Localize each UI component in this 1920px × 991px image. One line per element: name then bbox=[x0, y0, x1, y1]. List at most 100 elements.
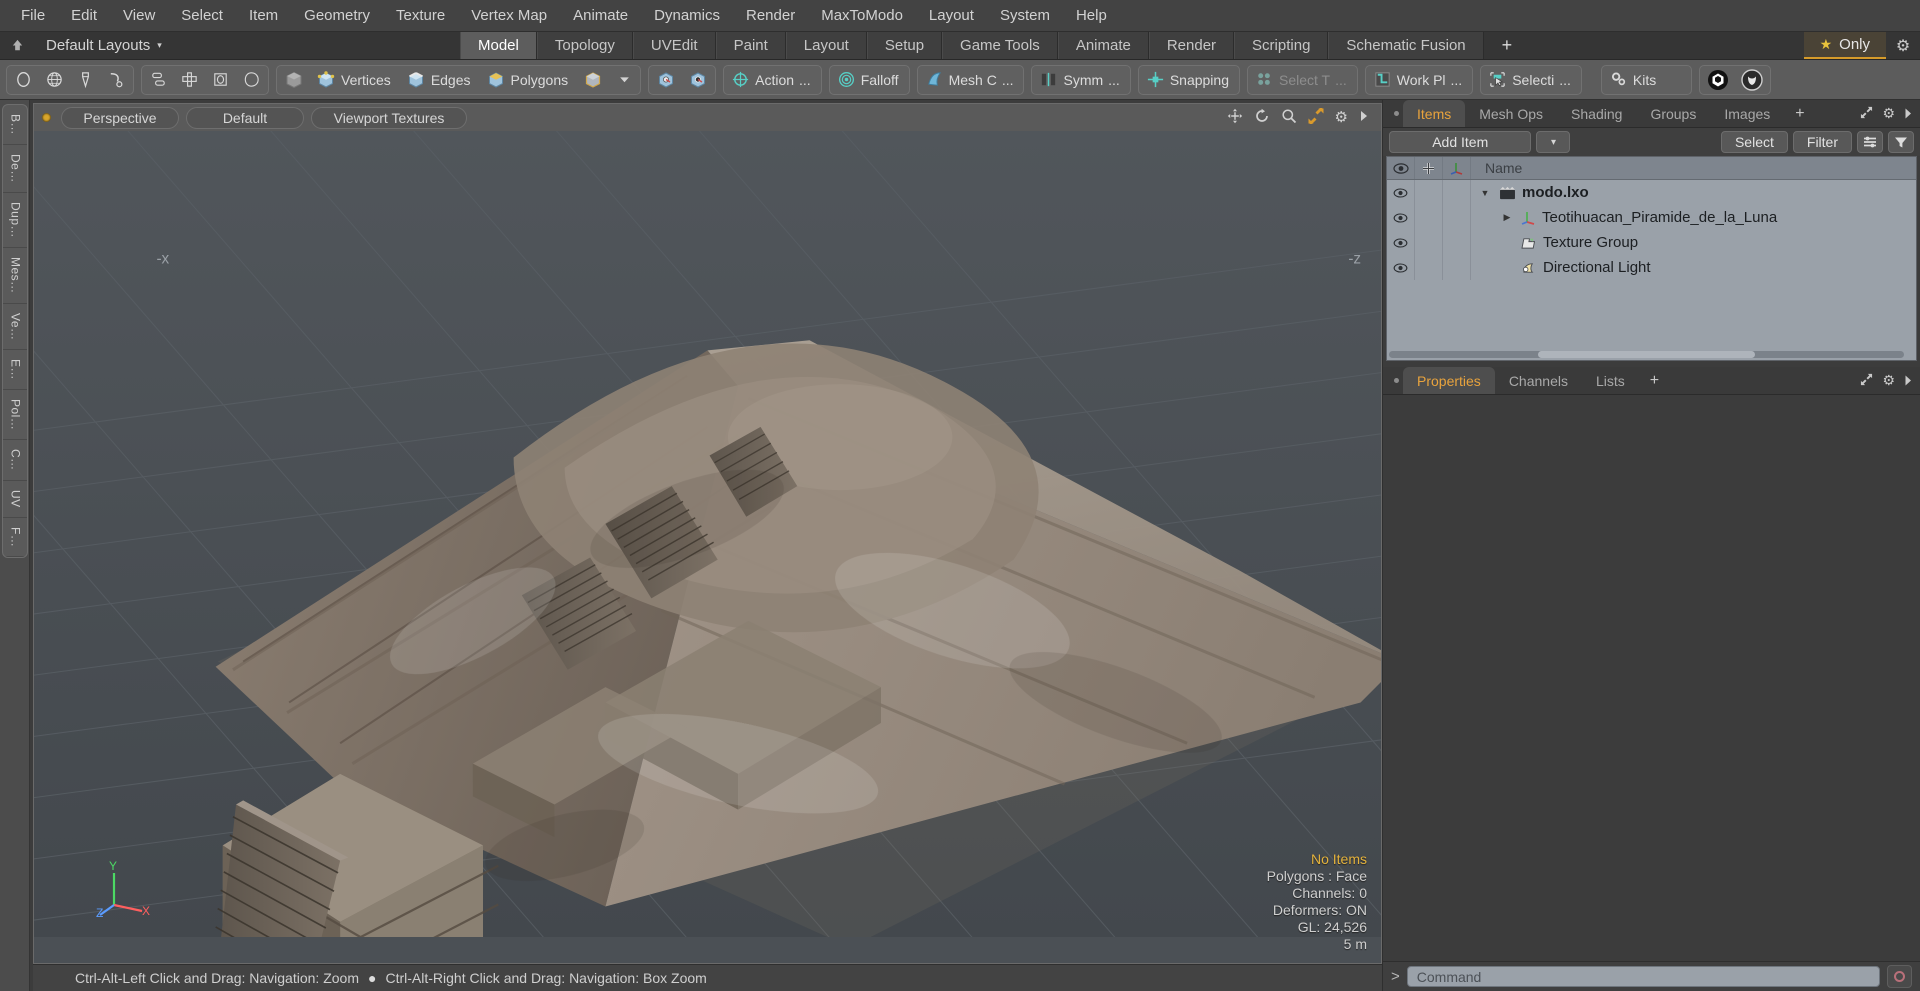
tab-uvedit[interactable]: UVEdit bbox=[632, 32, 716, 59]
tab-properties[interactable]: Properties bbox=[1403, 367, 1495, 394]
fit-view-icon[interactable] bbox=[1308, 107, 1324, 127]
menu-vertex-map[interactable]: Vertex Map bbox=[458, 4, 560, 27]
viewport-settings-icon[interactable]: ⚙ bbox=[1335, 110, 1348, 125]
row-axis-cell[interactable] bbox=[1443, 180, 1471, 205]
row-axis-cell[interactable] bbox=[1443, 230, 1471, 255]
only-toggle-button[interactable]: ★ Only bbox=[1803, 32, 1886, 59]
menu-view[interactable]: View bbox=[110, 4, 168, 27]
selection-sets-button[interactable]: Selecti ... bbox=[1482, 66, 1580, 94]
menu-select[interactable]: Select bbox=[168, 4, 236, 27]
rail-tab-basic[interactable]: B… bbox=[2, 105, 27, 146]
tab-groups[interactable]: Groups bbox=[1636, 100, 1710, 127]
symmetry-button[interactable]: Symm ... bbox=[1033, 66, 1128, 94]
tree-item-scene[interactable]: ▼ modo.lxo bbox=[1471, 184, 1916, 201]
select-mode-edges[interactable]: Edges bbox=[400, 66, 480, 94]
tree-item-mesh[interactable]: ▶ Teotihuacan_Piramide_de_la_Luna bbox=[1471, 209, 1916, 226]
menu-dynamics[interactable]: Dynamics bbox=[641, 4, 733, 27]
ellipse-icon[interactable] bbox=[8, 66, 39, 94]
menu-help[interactable]: Help bbox=[1063, 4, 1120, 27]
list-options-icon[interactable] bbox=[1857, 131, 1884, 153]
default-layouts-dropdown[interactable]: Default Layouts ▾ bbox=[34, 32, 174, 59]
properties-gear-icon[interactable]: ⚙ bbox=[1882, 372, 1895, 389]
row-lock-cell[interactable] bbox=[1415, 180, 1443, 205]
kits-button[interactable]: Kits bbox=[1603, 66, 1690, 94]
gear-icon[interactable]: ⚙ bbox=[1886, 32, 1920, 59]
rail-tab-fusion[interactable]: F… bbox=[2, 518, 27, 558]
select-mode-polygons[interactable]: Polygons bbox=[480, 66, 578, 94]
expand-arrow-icon[interactable] bbox=[1359, 110, 1369, 125]
tab-paint[interactable]: Paint bbox=[715, 32, 786, 59]
tab-shading[interactable]: Shading bbox=[1557, 100, 1636, 127]
tab-topology[interactable]: Topology bbox=[536, 32, 633, 59]
tree-item-texture-group[interactable]: Texture Group bbox=[1471, 234, 1916, 251]
filter-button[interactable]: Filter bbox=[1792, 131, 1853, 153]
array-icon[interactable] bbox=[143, 66, 174, 94]
maximize-properties-icon[interactable] bbox=[1860, 373, 1873, 389]
row-visibility-eye-icon[interactable] bbox=[1387, 205, 1415, 230]
add-properties-tab-button[interactable]: + bbox=[1639, 367, 1670, 394]
item-tree[interactable]: Name ▼ modo.lxo ▶ Teotihuacan_Piramide_d… bbox=[1386, 156, 1917, 361]
viewport-view-mode-dropdown[interactable]: Perspective bbox=[61, 106, 179, 129]
rail-tab-uv[interactable]: UV bbox=[2, 481, 27, 518]
add-item-button[interactable]: Add Item bbox=[1389, 131, 1532, 153]
add-panel-tab-button[interactable]: + bbox=[1784, 100, 1815, 127]
sphere-icon[interactable] bbox=[39, 66, 70, 94]
table-row[interactable]: Texture Group bbox=[1387, 230, 1916, 255]
tab-model[interactable]: Model bbox=[460, 32, 537, 59]
tab-mesh-ops[interactable]: Mesh Ops bbox=[1465, 100, 1557, 127]
select-through-button[interactable]: Select T ... bbox=[1249, 66, 1356, 94]
table-row[interactable]: ▼ modo.lxo bbox=[1387, 180, 1916, 205]
tab-channels[interactable]: Channels bbox=[1495, 367, 1582, 394]
viewport-3d[interactable]: -x -z Y X Z No Items Polygons : Face Cha… bbox=[33, 131, 1382, 964]
rail-tab-polygon[interactable]: Pol… bbox=[2, 390, 27, 441]
zoom-view-icon[interactable] bbox=[1281, 108, 1297, 127]
tab-items[interactable]: Items bbox=[1403, 100, 1466, 127]
pen-icon[interactable] bbox=[70, 66, 101, 94]
rail-tab-deform[interactable]: De… bbox=[2, 145, 27, 193]
table-row[interactable]: ▶ Teotihuacan_Piramide_de_la_Luna bbox=[1387, 205, 1916, 230]
mesh-constraint-button[interactable]: Mesh C ... bbox=[919, 66, 1023, 94]
menu-maxtomodo[interactable]: MaxToModo bbox=[808, 4, 916, 27]
rail-tab-edge[interactable]: E… bbox=[2, 350, 27, 391]
panel-chevron-right-icon[interactable] bbox=[1904, 106, 1912, 122]
row-visibility-eye-icon[interactable] bbox=[1387, 230, 1415, 255]
row-lock-cell[interactable] bbox=[1415, 205, 1443, 230]
row-lock-cell[interactable] bbox=[1415, 255, 1443, 280]
items-cube-icon[interactable] bbox=[278, 66, 310, 94]
row-visibility-eye-icon[interactable] bbox=[1387, 255, 1415, 280]
tab-scripting[interactable]: Scripting bbox=[1234, 32, 1329, 59]
menu-edit[interactable]: Edit bbox=[58, 4, 110, 27]
properties-chevron-right-icon[interactable] bbox=[1904, 373, 1912, 389]
tab-setup[interactable]: Setup bbox=[866, 32, 943, 59]
menu-render[interactable]: Render bbox=[733, 4, 808, 27]
add-layout-tab-button[interactable]: + bbox=[1483, 32, 1531, 59]
record-icon[interactable] bbox=[1887, 965, 1912, 988]
item-tree-horizontal-scrollbar[interactable] bbox=[1389, 351, 1904, 358]
action-center-button[interactable]: Action ... bbox=[725, 66, 820, 94]
tab-animate[interactable]: Animate bbox=[1057, 32, 1149, 59]
panel-gear-icon[interactable]: ⚙ bbox=[1882, 105, 1895, 122]
move-view-icon[interactable] bbox=[1227, 108, 1243, 127]
row-axis-cell[interactable] bbox=[1443, 255, 1471, 280]
curve-icon[interactable] bbox=[101, 66, 132, 94]
bevel-icon[interactable] bbox=[205, 66, 236, 94]
work-plane-button[interactable]: Work Pl ... bbox=[1367, 66, 1471, 94]
snapping-button[interactable]: Snapping bbox=[1140, 66, 1238, 94]
menu-layout[interactable]: Layout bbox=[916, 4, 987, 27]
unity-icon[interactable] bbox=[1701, 66, 1735, 94]
unreal-icon[interactable] bbox=[1735, 66, 1769, 94]
select-mode-vertices[interactable]: Vertices bbox=[310, 66, 400, 94]
menu-animate[interactable]: Animate bbox=[560, 4, 641, 27]
tree-item-light[interactable]: Directional Light bbox=[1471, 259, 1916, 276]
materials-cube-icon[interactable] bbox=[577, 66, 609, 94]
pivot-selection-icon[interactable] bbox=[682, 66, 714, 94]
chevron-down-icon[interactable] bbox=[609, 66, 639, 94]
funnel-icon[interactable] bbox=[1888, 131, 1915, 153]
row-axis-cell[interactable] bbox=[1443, 205, 1471, 230]
menu-texture[interactable]: Texture bbox=[383, 4, 458, 27]
table-row[interactable]: Directional Light bbox=[1387, 255, 1916, 280]
rotate-view-icon[interactable] bbox=[1254, 108, 1270, 127]
rail-tab-duplicate[interactable]: Dup… bbox=[2, 193, 27, 248]
menu-item[interactable]: Item bbox=[236, 4, 291, 27]
pivot-center-icon[interactable] bbox=[650, 66, 682, 94]
